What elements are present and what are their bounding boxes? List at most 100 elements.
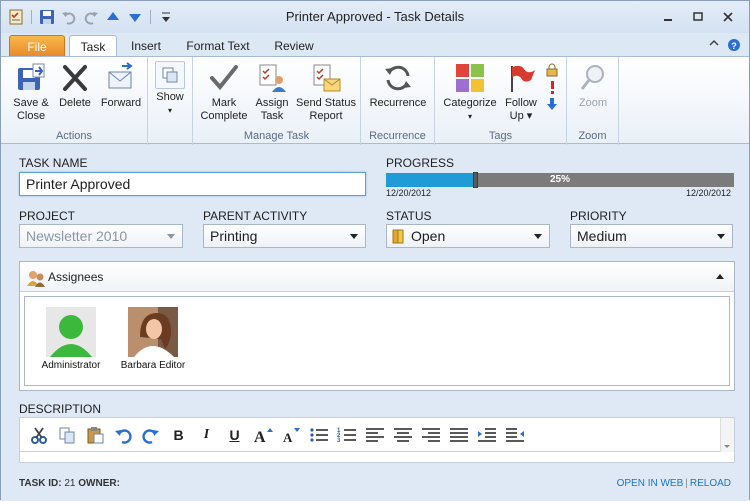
- follow-up-label-text: Up: [509, 110, 524, 122]
- show-button[interactable]: Show ▾: [154, 61, 186, 117]
- parent-activity-label: PARENT ACTIVITY: [203, 209, 308, 223]
- tags-small-icons: [545, 63, 559, 114]
- parent-activity-select[interactable]: Printing: [203, 224, 366, 248]
- parent-activity-value: Printing: [210, 228, 258, 244]
- owner-label: OWNER:: [78, 478, 120, 489]
- numbered-list-icon[interactable]: 123: [334, 423, 359, 447]
- actions-group-label: Actions: [55, 130, 93, 142]
- ribbon-right-icons: ?: [709, 38, 741, 55]
- close-icon: [723, 12, 733, 22]
- underline-icon[interactable]: U: [222, 423, 247, 447]
- title-bar: Printer Approved - Task Details: [1, 1, 749, 33]
- svg-text:?: ?: [731, 41, 737, 51]
- window-controls: [653, 7, 743, 27]
- help-icon[interactable]: ?: [727, 38, 741, 55]
- collapse-ribbon-icon[interactable]: [709, 38, 719, 55]
- zoom-group-label: Zoom: [578, 130, 607, 142]
- project-select: Newsletter 2010: [19, 224, 183, 248]
- assign-task-label-line2: Task: [260, 110, 284, 122]
- minimize-button[interactable]: [653, 7, 683, 27]
- project-value: Newsletter 2010: [26, 228, 128, 244]
- priority-select[interactable]: Medium: [570, 224, 733, 248]
- chevron-down-icon: [350, 234, 358, 239]
- task-name-input[interactable]: Printer Approved: [19, 172, 366, 196]
- italic-icon[interactable]: I: [194, 423, 219, 447]
- follow-up-button[interactable]: Follow Up ▾: [501, 61, 541, 123]
- indent-icon[interactable]: [474, 423, 499, 447]
- delete-button[interactable]: Delete: [55, 61, 95, 110]
- manage-task-group: Mark Complete Assign Task Send Status Re…: [193, 57, 361, 145]
- redo-icon[interactable]: [138, 423, 163, 447]
- bold-icon[interactable]: B: [166, 423, 191, 447]
- scroll-down-icon: [724, 445, 730, 448]
- forward-icon: [104, 61, 138, 95]
- assignees-list: Administrator Barbara Editor: [24, 296, 730, 386]
- delete-label: Delete: [59, 97, 91, 109]
- zoom-group: Zoom Zoom: [567, 57, 619, 145]
- collapse-caret-icon[interactable]: [716, 274, 724, 279]
- progress-label: PROGRESS: [386, 156, 455, 170]
- assignees-header[interactable]: Assignees: [20, 262, 734, 292]
- undo-icon[interactable]: [110, 423, 135, 447]
- close-button[interactable]: [713, 7, 743, 27]
- follow-up-label-line2: Up ▾: [509, 110, 533, 122]
- forward-label: Forward: [100, 97, 142, 109]
- high-importance-icon[interactable]: [545, 80, 559, 97]
- assignee-item[interactable]: Administrator: [39, 307, 103, 371]
- assignees-title: Assignees: [48, 270, 104, 284]
- progress-end-date: 12/20/2012: [686, 188, 732, 198]
- recurrence-icon: [381, 61, 415, 95]
- maximize-button[interactable]: [683, 7, 713, 27]
- delete-icon: [58, 61, 92, 95]
- status-select[interactable]: Open: [386, 224, 550, 248]
- copy-icon[interactable]: [54, 423, 79, 447]
- reload-link[interactable]: RELOAD: [690, 478, 731, 489]
- forward-button[interactable]: Forward: [97, 61, 145, 110]
- tab-insert[interactable]: Insert: [121, 35, 171, 57]
- tab-format-text[interactable]: Format Text: [179, 35, 257, 57]
- tab-review[interactable]: Review: [265, 35, 323, 57]
- description-editor[interactable]: B I U A A 123: [19, 417, 735, 463]
- outdent-icon[interactable]: [502, 423, 527, 447]
- recurrence-group-label: Recurrence: [369, 130, 426, 142]
- save-close-label-line1: Save &: [13, 97, 49, 109]
- project-label: PROJECT: [19, 209, 76, 223]
- progress-bar[interactable]: 25%: [386, 172, 734, 188]
- shrink-font-icon[interactable]: A: [278, 423, 303, 447]
- follow-up-label-line1: Follow: [505, 97, 537, 109]
- open-in-web-link[interactable]: OPEN IN WEB: [617, 478, 684, 489]
- svg-text:A: A: [283, 430, 293, 444]
- save-close-button[interactable]: Save & Close: [9, 61, 53, 123]
- send-status-report-button[interactable]: Send Status Report: [293, 61, 359, 123]
- align-right-icon[interactable]: [418, 423, 443, 447]
- zoom-button[interactable]: Zoom: [571, 61, 615, 110]
- show-dropdown-arrow: ▾: [167, 106, 172, 115]
- paste-icon[interactable]: [82, 423, 107, 447]
- recurrence-button[interactable]: Recurrence: [365, 61, 431, 110]
- avatar: [128, 307, 178, 357]
- assign-task-icon: [255, 61, 289, 95]
- categorize-button[interactable]: Categorize ▾: [439, 61, 501, 123]
- grow-font-icon[interactable]: A: [250, 423, 275, 447]
- cut-icon[interactable]: [26, 423, 51, 447]
- chevron-down-icon: [717, 234, 725, 239]
- tab-file[interactable]: File: [9, 35, 65, 57]
- align-center-icon[interactable]: [390, 423, 415, 447]
- assignee-name: Administrator: [41, 360, 101, 371]
- follow-up-flag-icon: [504, 61, 538, 95]
- assignee-item[interactable]: Barbara Editor: [119, 307, 187, 371]
- footer-links: OPEN IN WEB | RELOAD: [617, 478, 731, 489]
- description-label: DESCRIPTION: [19, 402, 102, 416]
- tab-task[interactable]: Task: [69, 35, 117, 58]
- zoom-label: Zoom: [578, 97, 608, 109]
- private-lock-icon[interactable]: [545, 63, 559, 80]
- assign-task-label-line1: Assign: [255, 97, 289, 109]
- justify-icon[interactable]: [446, 423, 471, 447]
- bullet-list-icon[interactable]: [306, 423, 331, 447]
- assign-task-button[interactable]: Assign Task: [251, 61, 293, 123]
- align-left-icon[interactable]: [362, 423, 387, 447]
- low-importance-icon[interactable]: [545, 97, 559, 114]
- checkmark-icon: [207, 61, 241, 95]
- editor-scrollbar[interactable]: [720, 418, 734, 452]
- mark-complete-button[interactable]: Mark Complete: [197, 61, 251, 123]
